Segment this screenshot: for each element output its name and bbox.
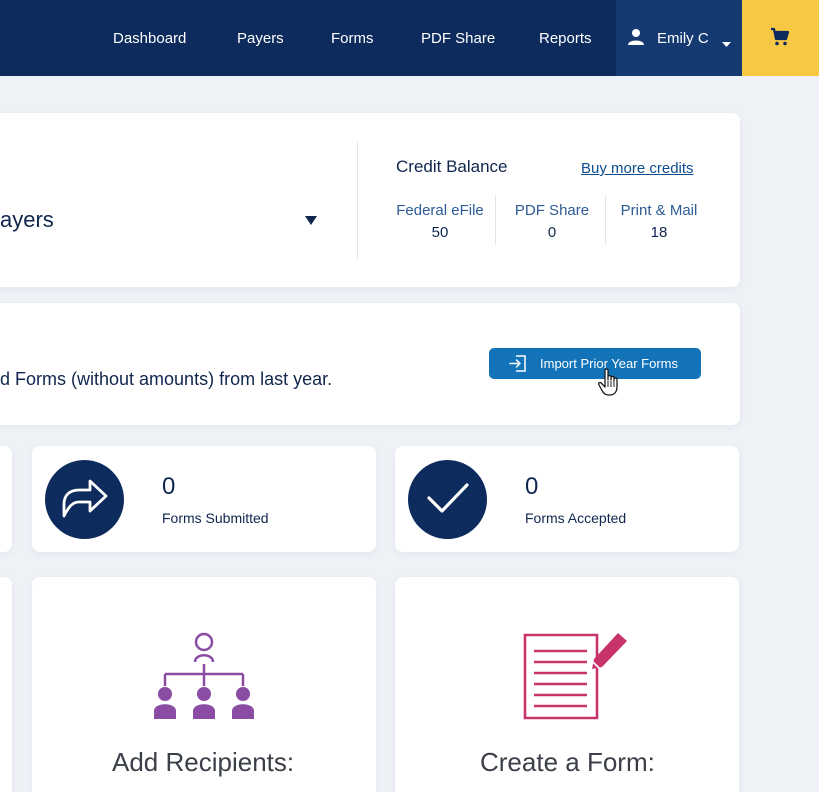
credit-print-mail: Print & Mail 18: [609, 202, 709, 241]
import-description: d Forms (without amounts) from last year…: [0, 369, 333, 389]
org-chart-icon: [151, 632, 256, 727]
forms-accepted-count: 0: [525, 473, 539, 500]
buy-more-credits-link[interactable]: Buy more credits: [581, 160, 694, 177]
create-form-title: Create a Form:: [480, 747, 655, 777]
nav-reports[interactable]: Reports: [539, 0, 592, 76]
caret-down-icon: [722, 35, 731, 53]
import-prior-year-button[interactable]: Import Prior Year Forms: [489, 348, 701, 379]
forms-submitted-label: Forms Submitted: [162, 510, 269, 526]
person-icon: [627, 28, 645, 51]
top-navigation-bar: Dashboard Payers Forms PDF Share Reports…: [0, 0, 819, 76]
nav-forms[interactable]: Forms: [331, 0, 374, 76]
credit-value: 50: [431, 224, 449, 241]
add-recipients-card[interactable]: Add Recipients:: [32, 577, 376, 792]
import-icon: [509, 355, 527, 375]
user-name: Emily C: [657, 30, 709, 47]
credit-divider: [495, 195, 496, 245]
payer-select-value[interactable]: ayers: [0, 207, 54, 233]
checkmark-icon: [408, 460, 487, 539]
document-edit-icon: [521, 631, 631, 726]
user-menu[interactable]: Emily C: [616, 0, 742, 76]
stat-card-forms-accepted: 0 Forms Accepted: [395, 446, 739, 552]
nav-dashboard[interactable]: Dashboard: [113, 0, 186, 76]
section-divider: [357, 142, 358, 259]
credit-value: 18: [650, 224, 668, 241]
forms-accepted-label: Forms Accepted: [525, 510, 627, 526]
action-card-partial: [0, 577, 12, 792]
create-form-card[interactable]: Create a Form:: [395, 577, 739, 792]
credit-divider: [605, 195, 606, 245]
credit-balance-title: Credit Balance: [396, 157, 508, 176]
credit-pdf-share: PDF Share 0: [502, 202, 602, 241]
credit-value: 0: [547, 224, 557, 241]
add-recipients-title: Add Recipients:: [112, 747, 295, 777]
hand-cursor-icon: [597, 368, 623, 403]
nav-pdf-share[interactable]: PDF Share: [421, 0, 495, 76]
payer-credit-card: [0, 113, 740, 287]
cart-button[interactable]: [742, 0, 819, 76]
credit-label: Print & Mail: [620, 202, 698, 219]
credit-label: Federal eFile: [396, 202, 484, 219]
credit-federal-efile: Federal eFile 50: [390, 202, 490, 241]
forms-submitted-count: 0: [162, 473, 176, 500]
credit-label: PDF Share: [514, 202, 590, 219]
dropdown-caret-icon[interactable]: [305, 213, 317, 231]
stat-card-forms-submitted: 0 Forms Submitted: [32, 446, 376, 552]
stat-card-partial: [0, 446, 12, 552]
forward-arrow-icon: [45, 460, 124, 539]
cart-icon: [770, 27, 790, 52]
nav-payers[interactable]: Payers: [237, 0, 284, 76]
